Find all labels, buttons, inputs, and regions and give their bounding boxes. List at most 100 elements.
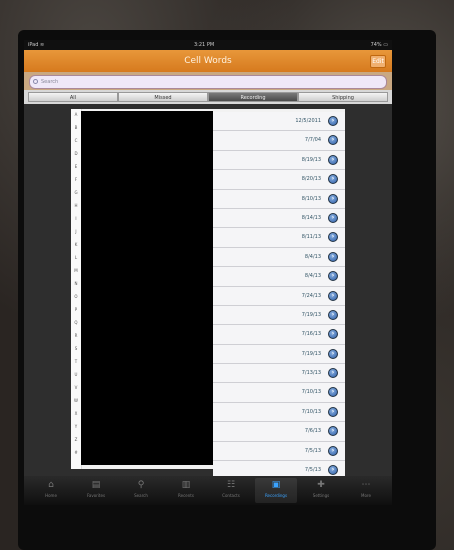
info-disclosure-icon[interactable]: › (328, 135, 338, 146)
redacted-area (81, 111, 213, 465)
index-letter[interactable]: B (73, 125, 79, 130)
list-item[interactable]: 8/19/13 › (213, 150, 345, 171)
index-letter[interactable]: N (73, 281, 79, 286)
index-letter[interactable]: Q (73, 320, 79, 325)
recording-date: 7/13/13 (301, 370, 321, 377)
tab-label: Search (134, 493, 148, 498)
index-letter[interactable]: Y (73, 424, 79, 429)
info-disclosure-icon[interactable]: › (328, 290, 338, 301)
list-item[interactable]: 7/19/13 › (213, 305, 345, 326)
list-item[interactable]: 7/13/13 › (213, 364, 345, 384)
index-letter[interactable]: # (73, 450, 79, 455)
info-disclosure-icon[interactable]: › (328, 387, 338, 398)
index-letter[interactable]: V (73, 385, 79, 390)
recording-date: 8/20/13 (301, 176, 321, 183)
list-item[interactable]: 7/16/13 › (213, 325, 345, 345)
recording-date: 8/19/13 (301, 156, 321, 163)
recordings-list: 12/5/2011 › 7/7/04 › 8/19/13 › 8/20/13 › 8/10/13… (213, 112, 345, 481)
settings-icon: ✚ (317, 480, 325, 490)
info-disclosure-icon[interactable]: › (328, 212, 338, 223)
tab-recents[interactable]: ▥ Recents (165, 478, 207, 503)
search-bar: Search (24, 72, 392, 90)
recording-date: 8/10/13 (301, 195, 321, 202)
index-letter[interactable]: W (73, 398, 79, 403)
segment-shipping[interactable]: Shipping (298, 92, 388, 102)
index-letter[interactable]: X (73, 411, 79, 416)
home-icon: ⌂ (48, 480, 54, 490)
main-content: A B C D E F G H I J K L M N O P Q R S T U V W X Y Z # 12/5/2011 › 7/… (24, 104, 392, 481)
info-disclosure-icon[interactable]: › (328, 465, 338, 476)
segment-all[interactable]: All (28, 92, 118, 102)
list-item[interactable]: 7/5/13 › (213, 441, 345, 462)
tab-contacts[interactable]: ☷ Contacts (210, 478, 252, 503)
index-letter[interactable]: D (73, 151, 79, 156)
search-input[interactable]: Search (29, 75, 387, 89)
info-disclosure-icon[interactable]: › (328, 116, 338, 126)
info-disclosure-icon[interactable]: › (328, 271, 338, 282)
info-disclosure-icon[interactable]: › (328, 348, 338, 359)
tab-home[interactable]: ⌂ Home (30, 478, 72, 503)
index-letter[interactable]: F (73, 177, 79, 182)
tab-search[interactable]: ⚲ Search (120, 478, 162, 503)
list-item[interactable]: 7/24/13 › (213, 286, 345, 306)
list-item[interactable]: 7/6/13 › (213, 422, 345, 442)
info-disclosure-icon[interactable]: › (328, 406, 338, 417)
recording-date: 7/24/13 (301, 292, 321, 299)
index-letter[interactable]: Z (73, 437, 79, 442)
info-disclosure-icon[interactable]: › (328, 251, 338, 262)
index-letter[interactable]: A (73, 112, 79, 117)
list-item[interactable]: 12/5/2011 › (213, 112, 345, 132)
list-item[interactable]: 8/4/13 › (213, 247, 345, 268)
tab-label: More (361, 493, 371, 498)
list-item[interactable]: 8/14/13 › (213, 208, 345, 229)
info-disclosure-icon[interactable]: › (328, 426, 338, 437)
tab-bar: ⌂ Home ▤ Favorites ⚲ Search ▥ Recents ☷ Contacts ▣… (24, 476, 392, 505)
info-disclosure-icon[interactable]: › (328, 154, 338, 165)
index-letter[interactable]: M (73, 268, 79, 273)
segment-missed[interactable]: Missed (118, 92, 208, 102)
search-icon (33, 79, 38, 84)
info-disclosure-icon[interactable]: › (328, 445, 338, 456)
recording-date: 7/19/13 (301, 350, 321, 357)
index-letter[interactable]: T (73, 359, 79, 364)
info-disclosure-icon[interactable]: › (328, 368, 338, 379)
list-item[interactable]: 7/10/13 › (213, 383, 345, 403)
index-letter[interactable]: R (73, 333, 79, 338)
tab-settings[interactable]: ✚ Settings (300, 478, 342, 503)
edit-button[interactable]: Edit (370, 55, 386, 68)
index-letter[interactable]: U (73, 372, 79, 377)
list-item[interactable]: 8/20/13 › (213, 170, 345, 190)
recording-date: 7/10/13 (301, 408, 321, 415)
index-letter[interactable]: H (73, 203, 79, 208)
index-letter[interactable]: K (73, 242, 79, 247)
tab-more[interactable]: ⋯ More (345, 478, 387, 503)
list-item[interactable]: 8/4/13 › (213, 267, 345, 287)
list-item[interactable]: 7/19/13 › (213, 344, 345, 365)
more-icon: ⋯ (361, 480, 371, 490)
recording-date: 7/10/13 (301, 389, 321, 396)
index-letter[interactable]: G (73, 190, 79, 195)
recording-date: 12/5/2011 (295, 118, 321, 124)
index-letter[interactable]: C (73, 138, 79, 143)
index-letter[interactable]: J (73, 229, 79, 234)
carrier-label: iPad ≋ (28, 42, 45, 48)
info-disclosure-icon[interactable]: › (328, 329, 338, 340)
list-item[interactable]: 7/7/04 › (213, 131, 345, 151)
index-letter[interactable]: I (73, 216, 79, 221)
index-letter[interactable]: P (73, 307, 79, 312)
index-letter[interactable]: L (73, 255, 79, 260)
index-letter[interactable]: S (73, 346, 79, 351)
tab-favorites[interactable]: ▤ Favorites (75, 478, 117, 503)
segment-recording[interactable]: Recording (208, 92, 298, 102)
list-item[interactable]: 8/10/13 › (213, 189, 345, 209)
list-item[interactable]: 7/10/13 › (213, 402, 345, 423)
info-disclosure-icon[interactable]: › (328, 174, 338, 185)
list-item[interactable]: 8/11/13 › (213, 228, 345, 248)
info-disclosure-icon[interactable]: › (328, 193, 338, 204)
status-bar: iPad ≋ 3:21 PM 74% ▭ (24, 40, 392, 50)
index-letter[interactable]: O (73, 294, 79, 299)
index-letter[interactable]: E (73, 164, 79, 169)
info-disclosure-icon[interactable]: › (328, 232, 338, 243)
tab-recordings[interactable]: ▣ Recordings (255, 478, 297, 503)
info-disclosure-icon[interactable]: › (328, 309, 338, 320)
